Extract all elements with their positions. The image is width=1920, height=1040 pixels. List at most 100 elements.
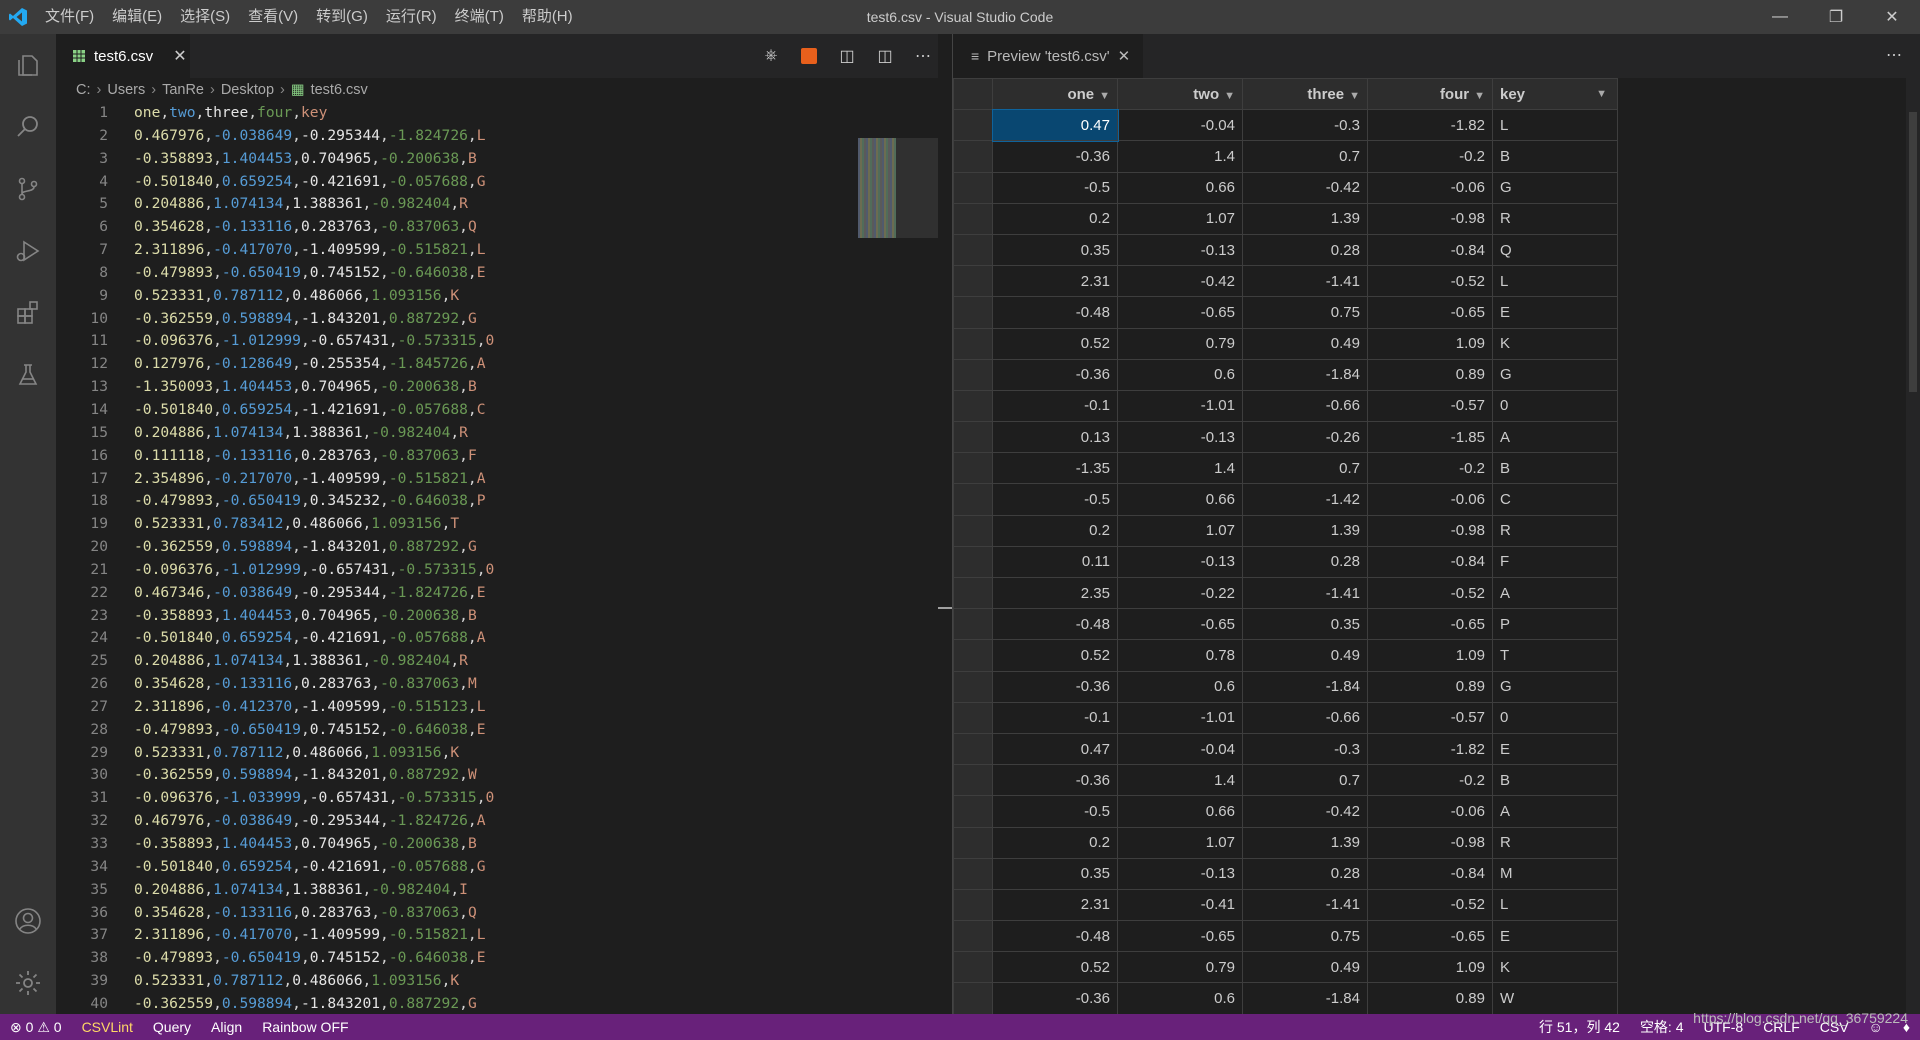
extensions-button[interactable] xyxy=(0,282,56,344)
table-cell[interactable]: -0.65 xyxy=(1117,296,1243,329)
row-header[interactable] xyxy=(953,452,993,485)
row-header[interactable] xyxy=(953,920,993,953)
table-cell[interactable]: -0.36 xyxy=(992,358,1118,391)
row-header[interactable] xyxy=(953,202,993,235)
table-cell[interactable]: A xyxy=(1492,795,1618,828)
row-header[interactable] xyxy=(953,857,993,890)
table-cell[interactable]: 0.52 xyxy=(992,327,1118,360)
more-actions-icon[interactable]: ⋯ xyxy=(1886,34,1902,78)
table-cell[interactable]: -0.36 xyxy=(992,670,1118,703)
table-cell[interactable]: -0.48 xyxy=(992,296,1118,329)
table-cell[interactable]: -0.06 xyxy=(1367,483,1493,516)
breadcrumb-item[interactable]: C: xyxy=(76,82,91,98)
table-cell[interactable]: -0.57 xyxy=(1367,389,1493,423)
table-cell[interactable]: 2.31 xyxy=(992,265,1118,298)
csv-preview-icon[interactable] xyxy=(790,48,828,64)
status-query[interactable]: Query xyxy=(143,1019,201,1035)
table-cell[interactable]: -0.2 xyxy=(1367,764,1493,797)
status-rainbow[interactable]: Rainbow OFF xyxy=(252,1019,358,1035)
row-header[interactable] xyxy=(953,670,993,703)
testing-button[interactable] xyxy=(0,344,56,406)
table-cell[interactable]: 0.2 xyxy=(992,826,1118,859)
table-cell[interactable]: -0.04 xyxy=(1117,109,1243,142)
table-cell[interactable]: 0.6 xyxy=(1117,670,1243,703)
row-header[interactable] xyxy=(953,140,993,173)
table-cell[interactable]: 0.49 xyxy=(1242,327,1368,360)
table-cell[interactable]: 0.52 xyxy=(992,639,1118,672)
table-cell[interactable]: -0.13 xyxy=(1117,421,1243,454)
table-cell[interactable]: 0.66 xyxy=(1117,171,1243,204)
row-header[interactable] xyxy=(953,514,993,547)
table-cell[interactable]: 0.35 xyxy=(1242,608,1368,641)
table-cell[interactable]: 0.7 xyxy=(1242,452,1368,485)
table-cell[interactable]: -0.5 xyxy=(992,171,1118,204)
table-cell[interactable]: -0.1 xyxy=(992,389,1118,423)
table-cell[interactable]: L xyxy=(1492,265,1618,298)
table-cell[interactable]: -1.01 xyxy=(1117,701,1243,734)
problems-indicator[interactable]: ⊗ 0 ⚠ 0 xyxy=(0,1019,72,1036)
table-cell[interactable]: 1.07 xyxy=(1117,202,1243,235)
row-header[interactable] xyxy=(953,732,993,766)
filter-icon[interactable]: ▼ xyxy=(1224,90,1235,102)
table-cell[interactable]: 2.31 xyxy=(992,888,1118,922)
table-cell[interactable]: -0.65 xyxy=(1117,608,1243,641)
table-cell[interactable]: -1.82 xyxy=(1367,732,1493,766)
table-cell[interactable]: F xyxy=(1492,545,1618,579)
menu-item[interactable]: 选择(S) xyxy=(171,0,239,34)
table-cell[interactable]: 0.47 xyxy=(992,732,1118,766)
close-icon[interactable]: ✕ xyxy=(173,46,186,66)
table-cell[interactable]: -0.04 xyxy=(1117,732,1243,766)
table-cell[interactable]: -1.82 xyxy=(1367,109,1493,142)
table-cell[interactable]: -1.84 xyxy=(1242,670,1368,703)
table-cell[interactable]: 0.66 xyxy=(1117,795,1243,828)
table-cell[interactable]: -0.98 xyxy=(1367,514,1493,547)
row-header[interactable] xyxy=(953,171,993,204)
table-cell[interactable]: 0.52 xyxy=(992,951,1118,984)
table-cell[interactable]: 0.75 xyxy=(1242,296,1368,329)
column-header[interactable]: two ▼ xyxy=(1117,78,1243,111)
table-cell[interactable]: -1.41 xyxy=(1242,888,1368,922)
table-cell[interactable]: -0.13 xyxy=(1117,233,1243,267)
table-cell[interactable]: 0.49 xyxy=(1242,639,1368,672)
table-cell[interactable]: K xyxy=(1492,327,1618,360)
table-cell[interactable]: 0.35 xyxy=(992,233,1118,267)
table-cell[interactable]: G xyxy=(1492,171,1618,204)
row-header[interactable] xyxy=(953,888,993,922)
table-cell[interactable]: -0.42 xyxy=(1242,171,1368,204)
row-header[interactable] xyxy=(953,951,993,984)
table-cell[interactable]: 0.47 xyxy=(991,108,1119,142)
table-cell[interactable]: C xyxy=(1492,483,1618,516)
table-cell[interactable]: -0.42 xyxy=(1117,265,1243,298)
row-header[interactable] xyxy=(953,545,993,579)
table-cell[interactable]: 0.13 xyxy=(992,421,1118,454)
manage-button[interactable] xyxy=(0,952,56,1014)
table-cell[interactable]: P xyxy=(1492,608,1618,641)
table-cell[interactable]: E xyxy=(1492,296,1618,329)
close-icon[interactable]: ✕ xyxy=(1118,47,1131,65)
run-debug-button[interactable] xyxy=(0,220,56,282)
status-csvlint[interactable]: CSVLint xyxy=(72,1019,143,1035)
table-cell[interactable]: -0.13 xyxy=(1117,857,1243,890)
row-header[interactable] xyxy=(953,358,993,391)
table-cell[interactable]: -0.13 xyxy=(1117,545,1243,579)
table-cell[interactable]: -0.57 xyxy=(1367,701,1493,734)
table-cell[interactable]: 0.6 xyxy=(1117,982,1243,1014)
table-cell[interactable]: 0 xyxy=(1492,701,1618,734)
table-cell[interactable]: -1.85 xyxy=(1367,421,1493,454)
table-cell[interactable]: -1.84 xyxy=(1242,358,1368,391)
table-cell[interactable]: 1.39 xyxy=(1242,826,1368,859)
table-cell[interactable]: -0.06 xyxy=(1367,171,1493,204)
table-cell[interactable]: 1.09 xyxy=(1367,951,1493,984)
row-header[interactable] xyxy=(953,982,993,1014)
row-header[interactable] xyxy=(953,233,993,267)
table-cell[interactable]: -0.65 xyxy=(1367,296,1493,329)
status-indentation[interactable]: 空格: 4 xyxy=(1630,1017,1694,1037)
table-cell[interactable]: E xyxy=(1492,920,1618,953)
row-header[interactable] xyxy=(953,826,993,859)
menu-item[interactable]: 文件(F) xyxy=(36,0,103,34)
table-cell[interactable]: -0.84 xyxy=(1367,233,1493,267)
menu-item[interactable]: 编辑(E) xyxy=(103,0,171,34)
table-cell[interactable]: -1.84 xyxy=(1242,982,1368,1014)
table-cell[interactable]: -0.22 xyxy=(1117,576,1243,610)
table-cell[interactable]: 1.39 xyxy=(1242,514,1368,547)
